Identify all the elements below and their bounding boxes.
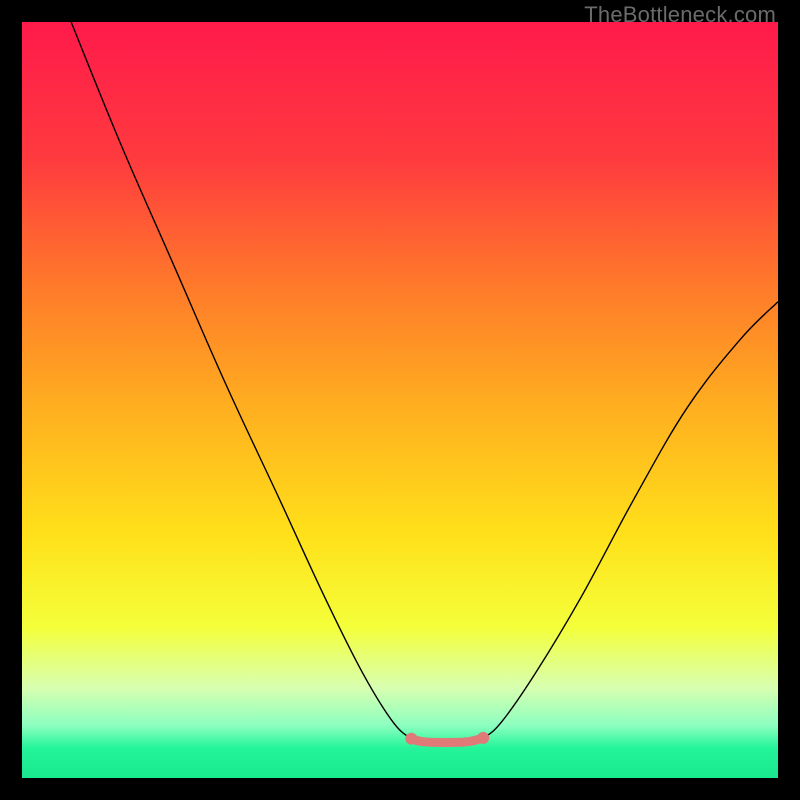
chart-plot-area xyxy=(22,22,778,778)
chart-svg xyxy=(22,22,778,778)
series-marker xyxy=(477,732,489,744)
series-optimal-segment xyxy=(411,738,483,743)
outer-frame: TheBottleneck.com xyxy=(0,0,800,800)
series-marker xyxy=(405,733,417,745)
gradient-background xyxy=(22,22,778,778)
